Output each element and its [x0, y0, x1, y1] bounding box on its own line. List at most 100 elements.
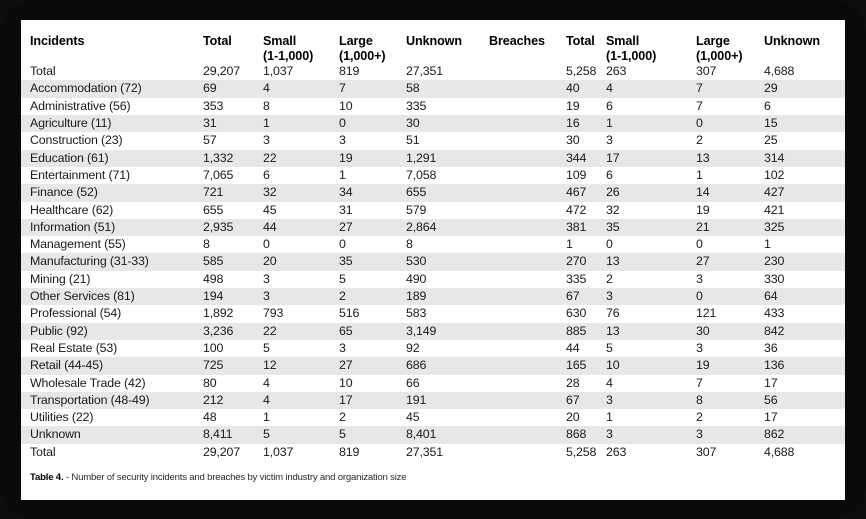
- cell-incidents-total: 57: [203, 132, 263, 150]
- cell-breaches-total: 44: [566, 339, 606, 358]
- cell-incidents-total: 7,065: [203, 166, 263, 185]
- header-incidents-small-label: Small: [263, 34, 297, 48]
- cell-breaches-unknown: 136: [764, 357, 845, 375]
- cell-incidents-large: 35: [339, 253, 406, 271]
- table-row: Mining (21) 498 3 5 490 335 2 3 330: [21, 270, 845, 289]
- cell-breaches-spacer: [489, 426, 566, 444]
- cell-incidents-unknown: 7,058: [406, 166, 489, 185]
- cell-incidents-large: 3: [339, 132, 406, 150]
- table-row: Other Services (81) 194 3 2 189 67 3 0 64: [21, 288, 845, 306]
- cell-breaches-total: 16: [566, 115, 606, 133]
- cell-breaches-large: 7: [696, 97, 764, 116]
- cell-breaches-large: 307: [696, 443, 764, 462]
- header-breaches-small: Small (1-1,000): [606, 20, 696, 63]
- cell-incidents-large: 27: [339, 357, 406, 375]
- cell-incidents-total: 29,207: [203, 63, 263, 81]
- cell-breaches-spacer: [489, 391, 566, 410]
- cell-incidents-small: 22: [263, 322, 339, 340]
- cell-breaches-small: 263: [606, 63, 696, 81]
- cell-incidents-total: 725: [203, 357, 263, 375]
- cell-breaches-spacer: [489, 201, 566, 219]
- header-incidents: Incidents: [30, 34, 85, 48]
- cell-incidents-small: 44: [263, 218, 339, 237]
- cell-breaches-large: 19: [696, 357, 764, 375]
- cell-breaches-unknown: 17: [764, 409, 845, 427]
- cell-breaches-large: 8: [696, 391, 764, 410]
- cell-breaches-unknown: 6: [764, 97, 845, 116]
- cell-industry: Administrative (56): [21, 97, 203, 116]
- cell-incidents-total: 69: [203, 80, 263, 98]
- cell-breaches-unknown: 102: [764, 166, 845, 185]
- cell-incidents-total: 498: [203, 270, 263, 289]
- cell-incidents-unknown: 92: [406, 339, 489, 358]
- cell-industry: Total: [21, 63, 203, 81]
- cell-incidents-total: 2,935: [203, 218, 263, 237]
- cell-incidents-unknown: 30: [406, 115, 489, 133]
- cell-industry: Wholesale Trade (42): [21, 374, 203, 392]
- cell-breaches-spacer: [489, 115, 566, 133]
- cell-breaches-small: 76: [606, 305, 696, 323]
- cell-breaches-spacer: [489, 322, 566, 340]
- cell-breaches-total: 344: [566, 149, 606, 167]
- cell-breaches-total: 28: [566, 374, 606, 392]
- cell-breaches-unknown: 325: [764, 218, 845, 237]
- table-row: Real Estate (53) 100 5 3 92 44 5 3 36: [21, 339, 845, 358]
- cell-incidents-small: 1,037: [263, 63, 339, 81]
- table-row: Wholesale Trade (42) 80 4 10 66 28 4 7 17: [21, 374, 845, 392]
- table-row: Accommodation (72) 69 4 7 58 40 4 7 29: [21, 80, 845, 98]
- cell-incidents-small: 12: [263, 357, 339, 375]
- cell-incidents-small: 32: [263, 184, 339, 202]
- table-row: Information (51) 2,935 44 27 2,864 381 35 21 325: [21, 218, 845, 237]
- cell-incidents-small: 6: [263, 166, 339, 185]
- header-breaches-total: Total: [566, 34, 595, 48]
- cell-breaches-small: 1: [606, 409, 696, 427]
- cell-incidents-large: 2: [339, 288, 406, 306]
- cell-breaches-unknown: 862: [764, 426, 845, 444]
- cell-breaches-total: 1: [566, 236, 606, 254]
- cell-breaches-small: 26: [606, 184, 696, 202]
- cell-incidents-small: 5: [263, 339, 339, 358]
- cell-industry: Finance (52): [21, 184, 203, 202]
- cell-industry: Retail (44-45): [21, 357, 203, 375]
- cell-breaches-small: 6: [606, 166, 696, 185]
- cell-breaches-spacer: [489, 236, 566, 254]
- cell-breaches-small: 1: [606, 115, 696, 133]
- cell-incidents-total: 353: [203, 97, 263, 116]
- caption-text: - Number of security incidents and breac…: [63, 472, 407, 484]
- cell-incidents-total: 31: [203, 115, 263, 133]
- cell-breaches-large: 0: [696, 115, 764, 133]
- cell-industry: Education (61): [21, 149, 203, 167]
- cell-breaches-spacer: [489, 357, 566, 375]
- cell-breaches-total: 335: [566, 270, 606, 289]
- cell-breaches-total: 5,258: [566, 63, 606, 81]
- cell-industry: Agriculture (11): [21, 115, 203, 133]
- cell-breaches-unknown: 314: [764, 149, 845, 167]
- cell-incidents-total: 721: [203, 184, 263, 202]
- cell-incidents-unknown: 189: [406, 288, 489, 306]
- cell-breaches-unknown: 17: [764, 374, 845, 392]
- table-row: Healthcare (62) 655 45 31 579 472 32 19 421: [21, 201, 845, 219]
- cell-incidents-small: 8: [263, 97, 339, 116]
- header-incidents-large-label: Large: [339, 34, 373, 48]
- cell-breaches-spacer: [489, 270, 566, 289]
- cell-incidents-total: 48: [203, 409, 263, 427]
- cell-incidents-large: 19: [339, 149, 406, 167]
- cell-breaches-small: 2: [606, 270, 696, 289]
- cell-incidents-small: 22: [263, 149, 339, 167]
- cell-breaches-unknown: 29: [764, 80, 845, 98]
- incidents-breaches-table: Incidents Total Small (1-1,000) Large (1…: [21, 20, 845, 462]
- header-incidents-large: Large (1,000+): [339, 20, 406, 63]
- header-breaches-large: Large (1,000+): [696, 20, 764, 63]
- cell-industry: Entertainment (71): [21, 166, 203, 185]
- cell-incidents-unknown: 58: [406, 80, 489, 98]
- cell-incidents-small: 4: [263, 391, 339, 410]
- cell-incidents-small: 3: [263, 132, 339, 150]
- cell-incidents-large: 819: [339, 443, 406, 462]
- cell-breaches-large: 121: [696, 305, 764, 323]
- header-breaches-large-label: Large: [696, 34, 730, 48]
- cell-breaches-total: 467: [566, 184, 606, 202]
- cell-breaches-spacer: [489, 97, 566, 116]
- cell-breaches-total: 270: [566, 253, 606, 271]
- cell-breaches-unknown: 36: [764, 339, 845, 358]
- header-incidents-total: Total: [203, 34, 232, 48]
